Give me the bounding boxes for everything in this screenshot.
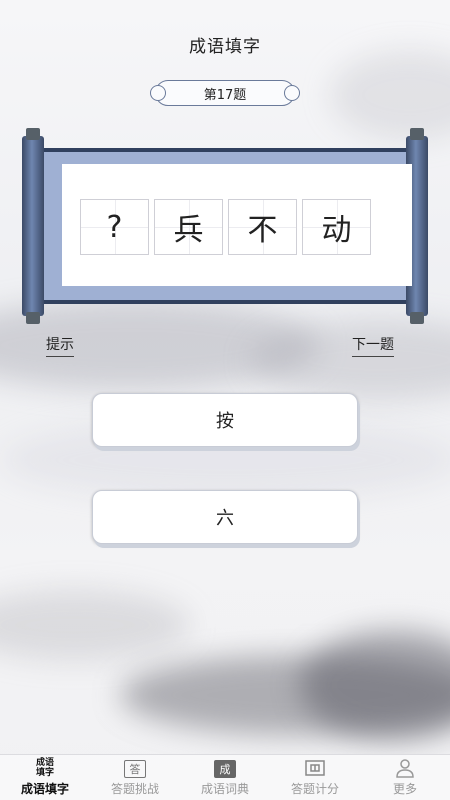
nav-label: 成语填字	[20, 782, 69, 796]
score-icon	[305, 760, 325, 776]
idiom-cell: 兵	[154, 199, 223, 255]
nav-label: 答题挑战	[110, 782, 159, 796]
person-icon	[396, 759, 414, 778]
nav-item-dictionary[interactable]: 成 成语词典	[180, 755, 270, 800]
idiom-cell: 动	[302, 199, 371, 255]
question-number-label: 第17题	[203, 87, 247, 103]
idiom-cell-blank[interactable]: ?	[80, 199, 149, 255]
answer-challenge-icon: 答	[124, 760, 146, 778]
next-question-link[interactable]: 下一题	[352, 334, 394, 357]
answer-option-button[interactable]: 六	[92, 490, 358, 544]
idiom-cell: 不	[228, 199, 297, 255]
idiom-fill-icon: 成语 填字	[35, 758, 54, 778]
dictionary-icon: 成	[214, 760, 236, 778]
nav-item-score[interactable]: 答题计分	[270, 755, 360, 800]
bottom-nav: 成语 填字 成语填字 答 答题挑战 成 成语词典 答题计分 更多	[0, 754, 450, 800]
scroll-left-rod	[22, 128, 44, 324]
nav-label: 成语词典	[200, 782, 249, 796]
nav-item-answer-challenge[interactable]: 答 答题挑战	[90, 755, 180, 800]
idiom-cells: ? 兵 不 动	[80, 199, 371, 255]
nav-label: 答题计分	[290, 782, 339, 796]
page-title: 成语填字	[189, 37, 261, 57]
question-number-badge: 第17题	[150, 80, 300, 106]
nav-item-idiom-fill[interactable]: 成语 填字 成语填字	[0, 755, 90, 800]
hint-link[interactable]: 提示	[46, 334, 74, 357]
answer-option-button[interactable]: 按	[92, 393, 358, 447]
nav-item-more[interactable]: 更多	[360, 755, 450, 800]
nav-label: 更多	[392, 782, 417, 796]
